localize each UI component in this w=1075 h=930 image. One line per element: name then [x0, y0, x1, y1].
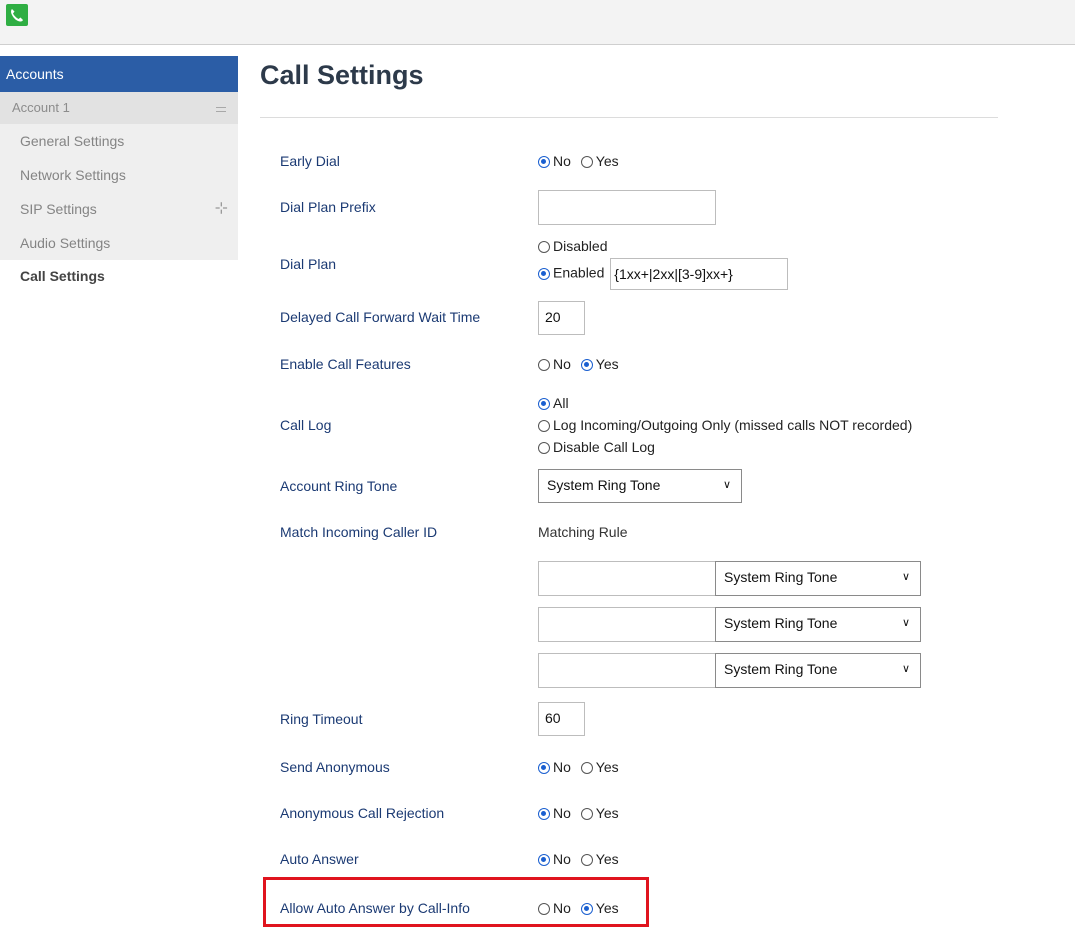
radio-label: No [553, 851, 571, 867]
auto-answer-label: Auto Answer [280, 851, 359, 867]
radio-label: Yes [595, 805, 619, 821]
radio-label: No [553, 153, 571, 169]
radio-icon[interactable] [538, 241, 550, 253]
ring-timeout-input[interactable]: 60 [538, 702, 585, 736]
radio-selected-icon[interactable] [538, 398, 550, 410]
radio-label: Yes [595, 851, 619, 867]
call-log-disable-option[interactable]: Disable Call Log [538, 439, 655, 455]
radio-icon[interactable] [580, 762, 593, 774]
matching-rule-tone-select[interactable]: System Ring Tone ∨ [715, 561, 921, 596]
radio-selected-icon[interactable] [538, 267, 550, 280]
dial-plan-disabled-option[interactable]: Disabled [538, 238, 607, 254]
radio-selected-icon[interactable] [538, 808, 550, 820]
matching-rule-label: Matching Rule [538, 524, 628, 540]
expand-icon[interactable]: ⊹ [215, 192, 228, 226]
radio-label: All [553, 395, 569, 411]
matching-rule-tone-select[interactable]: System Ring Tone ∨ [715, 653, 921, 688]
chevron-down-icon: ∨ [901, 663, 910, 675]
radio-selected-icon[interactable] [538, 854, 550, 866]
match-incoming-label: Match Incoming Caller ID [280, 524, 438, 540]
sidebar-item-network-settings[interactable]: Network Settings [0, 158, 238, 192]
radio-icon[interactable] [580, 808, 593, 820]
matching-rule-pattern-input[interactable] [538, 561, 716, 596]
chevron-down-icon: ∨ [722, 479, 731, 491]
send-anonymous-yes-option[interactable]: Yes [580, 759, 619, 775]
sidebar-item-audio-settings[interactable]: Audio Settings [0, 226, 238, 260]
anonymous-rejection-yes-option[interactable]: Yes [580, 805, 619, 821]
dial-plan-enabled-option[interactable]: Enabled {1xx+|2xx|[3-9]xx+} [538, 258, 789, 290]
radio-icon[interactable] [538, 420, 550, 432]
auto-answer-no-option[interactable]: No [538, 851, 571, 867]
radio-selected-icon[interactable] [538, 156, 550, 168]
select-value: System Ring Tone [724, 615, 838, 631]
top-bar [0, 0, 1075, 45]
send-anonymous-no-option[interactable]: No [538, 759, 571, 775]
call-log-all-option[interactable]: All [538, 395, 569, 411]
dial-plan-label: Dial Plan [280, 256, 337, 272]
dial-plan-prefix-input[interactable] [538, 190, 716, 225]
account-ring-tone-label: Account Ring Tone [280, 478, 398, 494]
auto-answer-yes-option[interactable]: Yes [580, 851, 619, 867]
radio-icon[interactable] [538, 442, 550, 454]
select-value: System Ring Tone [724, 661, 838, 677]
radio-label: No [553, 759, 571, 775]
page-title: Call Settings [260, 60, 424, 90]
select-value: System Ring Tone [547, 477, 661, 493]
anonymous-rejection-no-option[interactable]: No [538, 805, 571, 821]
dial-plan-prefix-label: Dial Plan Prefix [280, 199, 376, 215]
ring-timeout-label: Ring Timeout [280, 711, 363, 727]
sidebar-item-general-settings[interactable]: General Settings [0, 124, 238, 158]
radio-label: No [553, 805, 571, 821]
dial-plan-input[interactable]: {1xx+|2xx|[3-9]xx+} [610, 258, 789, 290]
radio-label: Disable Call Log [553, 439, 655, 455]
phone-logo-icon [6, 4, 28, 26]
radio-label: No [553, 356, 571, 372]
call-features-no-option[interactable]: No [538, 356, 571, 372]
divider [260, 117, 998, 118]
radio-icon[interactable] [538, 359, 550, 371]
early-dial-yes-option[interactable]: Yes [580, 153, 619, 169]
matching-rule-pattern-input[interactable] [538, 653, 716, 688]
account-ring-tone-select[interactable]: System Ring Tone ∨ [538, 469, 742, 503]
chevron-down-icon: ∨ [901, 617, 910, 629]
highlight-box [263, 877, 649, 927]
radio-icon[interactable] [580, 854, 593, 866]
radio-label: Disabled [553, 238, 608, 254]
matching-rule-tone-select[interactable]: System Ring Tone ∨ [715, 607, 921, 642]
enable-call-features-label: Enable Call Features [280, 356, 411, 372]
sidebar-item-label: SIP Settings [20, 201, 97, 217]
main-content: Call Settings Early Dial No Yes Dial Pla… [260, 56, 1000, 916]
radio-icon[interactable] [580, 156, 593, 168]
delayed-forward-input[interactable]: 20 [538, 301, 585, 335]
send-anonymous-label: Send Anonymous [280, 759, 390, 775]
radio-label: Log Incoming/Outgoing Only (missed calls… [553, 417, 913, 433]
select-value: System Ring Tone [724, 569, 838, 585]
sidebar-item-sip-settings[interactable]: SIP Settings ⊹ [0, 192, 238, 226]
early-dial-label: Early Dial [280, 153, 340, 169]
sidebar-item-label: Account 1 [12, 100, 70, 115]
collapse-icon[interactable] [216, 107, 226, 112]
call-log-label: Call Log [280, 417, 332, 433]
radio-label: Enabled [553, 264, 605, 281]
matching-rule-pattern-input[interactable] [538, 607, 716, 642]
radio-selected-icon[interactable] [580, 359, 593, 371]
radio-label: Yes [595, 153, 619, 169]
sidebar-item-call-settings[interactable]: Call Settings [0, 260, 238, 292]
sidebar: Accounts Account 1 General Settings Netw… [0, 56, 238, 292]
radio-label: Yes [595, 356, 619, 372]
sidebar-item-account-1[interactable]: Account 1 [0, 92, 238, 124]
call-features-yes-option[interactable]: Yes [580, 356, 619, 372]
radio-selected-icon[interactable] [538, 762, 550, 774]
early-dial-radios: No Yes [538, 153, 625, 169]
early-dial-no-option[interactable]: No [538, 153, 571, 169]
delayed-forward-label: Delayed Call Forward Wait Time [280, 309, 481, 325]
anonymous-rejection-label: Anonymous Call Rejection [280, 805, 445, 821]
chevron-down-icon: ∨ [901, 571, 910, 583]
call-log-incoming-outgoing-option[interactable]: Log Incoming/Outgoing Only (missed calls… [538, 417, 912, 433]
radio-label: Yes [595, 759, 619, 775]
sidebar-header-accounts[interactable]: Accounts [0, 56, 238, 92]
